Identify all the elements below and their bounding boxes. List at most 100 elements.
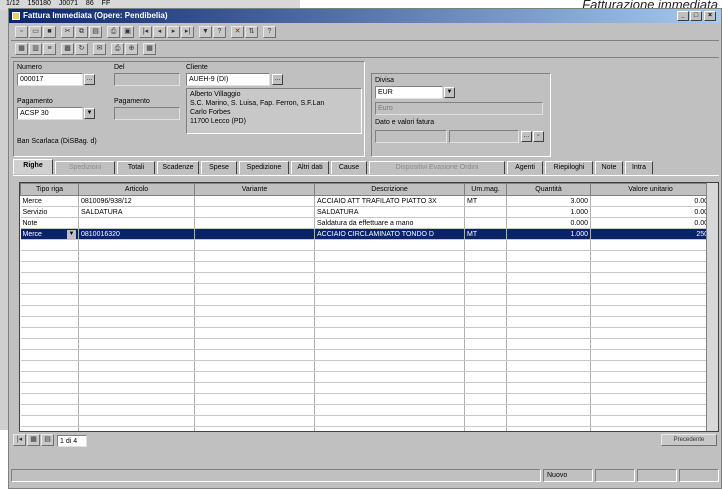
empty-cell[interactable]: [464, 338, 507, 350]
table-row-selected[interactable]: Merce ▼ 0810016320 ACCIAIO CIRCLAMINATO T…: [20, 228, 711, 240]
empty-cell[interactable]: [590, 305, 711, 317]
cell-valore[interactable]: 250: [590, 228, 711, 240]
empty-cell[interactable]: [194, 426, 315, 431]
empty-cell[interactable]: [506, 283, 591, 295]
empty-table-row[interactable]: [20, 426, 711, 431]
maximize-button[interactable]: □: [690, 11, 702, 21]
empty-cell[interactable]: [314, 426, 465, 431]
last-icon[interactable]: ▸|: [181, 26, 194, 38]
empty-cell[interactable]: [590, 250, 711, 262]
empty-cell[interactable]: [464, 327, 507, 339]
empty-cell[interactable]: [314, 305, 465, 317]
list-view-icon[interactable]: ▤: [41, 434, 54, 446]
empty-table-row[interactable]: [20, 316, 711, 328]
empty-cell[interactable]: [590, 272, 711, 284]
empty-cell[interactable]: [314, 327, 465, 339]
empty-cell[interactable]: [506, 239, 591, 251]
empty-cell[interactable]: [464, 404, 507, 416]
empty-cell[interactable]: [314, 316, 465, 328]
empty-cell[interactable]: [314, 393, 465, 405]
empty-cell[interactable]: [464, 349, 507, 361]
cell-um[interactable]: MT: [464, 195, 507, 207]
empty-cell[interactable]: [20, 294, 79, 306]
cell-tipo[interactable]: Note: [20, 217, 79, 229]
empty-table-row[interactable]: [20, 272, 711, 284]
cut-icon[interactable]: ✂: [61, 26, 74, 38]
empty-cell[interactable]: [464, 360, 507, 372]
open-icon[interactable]: ▭: [29, 26, 42, 38]
empty-cell[interactable]: [506, 316, 591, 328]
zoom-icon[interactable]: ⊕: [125, 43, 138, 55]
empty-table-row[interactable]: [20, 239, 711, 251]
empty-cell[interactable]: [20, 338, 79, 350]
cell-quantita[interactable]: 1.000: [506, 228, 591, 240]
empty-cell[interactable]: [506, 305, 591, 317]
empty-cell[interactable]: [78, 371, 195, 383]
empty-cell[interactable]: [78, 294, 195, 306]
prev-icon[interactable]: ◂: [153, 26, 166, 38]
empty-cell[interactable]: [506, 382, 591, 394]
grid-vertical-scrollbar[interactable]: [706, 183, 718, 431]
cell-descrizione[interactable]: ACCIAIO CIRCLAMINATO TONDO D: [314, 228, 465, 240]
empty-cell[interactable]: [464, 371, 507, 383]
empty-cell[interactable]: [20, 327, 79, 339]
column-header[interactable]: Descrizione: [314, 183, 465, 196]
empty-table-row[interactable]: [20, 360, 711, 372]
empty-cell[interactable]: [464, 272, 507, 284]
empty-cell[interactable]: [314, 272, 465, 284]
empty-cell[interactable]: [194, 305, 315, 317]
empty-cell[interactable]: [194, 316, 315, 328]
empty-cell[interactable]: [194, 261, 315, 273]
empty-cell[interactable]: [78, 305, 195, 317]
empty-cell[interactable]: [78, 316, 195, 328]
tab-note[interactable]: Note: [595, 161, 623, 174]
empty-cell[interactable]: [20, 316, 79, 328]
cell-valore[interactable]: 0.00: [590, 206, 711, 218]
empty-cell[interactable]: [590, 349, 711, 361]
empty-cell[interactable]: [464, 393, 507, 405]
first-icon[interactable]: |◂: [139, 26, 152, 38]
empty-cell[interactable]: [194, 404, 315, 416]
column-header[interactable]: Variante: [194, 183, 315, 196]
paste-icon[interactable]: ▤: [89, 26, 102, 38]
cell-articolo[interactable]: [78, 217, 195, 229]
empty-cell[interactable]: [194, 338, 315, 350]
empty-cell[interactable]: [590, 382, 711, 394]
cell-variante[interactable]: [194, 195, 315, 207]
empty-table-row[interactable]: [20, 382, 711, 394]
empty-cell[interactable]: [20, 283, 79, 295]
empty-table-row[interactable]: [20, 338, 711, 350]
empty-cell[interactable]: [20, 250, 79, 262]
empty-cell[interactable]: [314, 239, 465, 251]
cell-tipo[interactable]: Servizio: [20, 206, 79, 218]
empty-cell[interactable]: [194, 382, 315, 394]
first-record-icon[interactable]: |◂: [13, 434, 26, 446]
empty-cell[interactable]: [194, 327, 315, 339]
tab-spedizioni-disabled[interactable]: Spedizioni: [55, 161, 115, 174]
empty-table-row[interactable]: [20, 305, 711, 317]
empty-cell[interactable]: [78, 404, 195, 416]
empty-cell[interactable]: [78, 239, 195, 251]
empty-cell[interactable]: [78, 360, 195, 372]
empty-table-row[interactable]: [20, 327, 711, 339]
empty-table-row[interactable]: [20, 415, 711, 427]
tab-righe[interactable]: Righe: [13, 159, 53, 174]
tab-scadenze[interactable]: Scadenze: [157, 161, 199, 174]
empty-cell[interactable]: [78, 338, 195, 350]
cell-valore[interactable]: 0.00: [590, 217, 711, 229]
empty-cell[interactable]: [194, 272, 315, 284]
empty-cell[interactable]: [506, 349, 591, 361]
delete-icon[interactable]: ✕: [231, 26, 244, 38]
filter-icon[interactable]: ▼: [199, 26, 212, 38]
find-icon[interactable]: ?: [213, 26, 226, 38]
empty-cell[interactable]: [506, 360, 591, 372]
pagamento-alt-field[interactable]: [114, 107, 180, 120]
empty-cell[interactable]: [194, 294, 315, 306]
copy-icon[interactable]: ⧉: [75, 26, 88, 38]
empty-cell[interactable]: [20, 404, 79, 416]
empty-cell[interactable]: [506, 272, 591, 284]
dato-button-1[interactable]: …: [521, 131, 532, 142]
empty-cell[interactable]: [314, 349, 465, 361]
row-dropdown-icon[interactable]: ▼: [67, 229, 76, 239]
empty-table-row[interactable]: [20, 294, 711, 306]
